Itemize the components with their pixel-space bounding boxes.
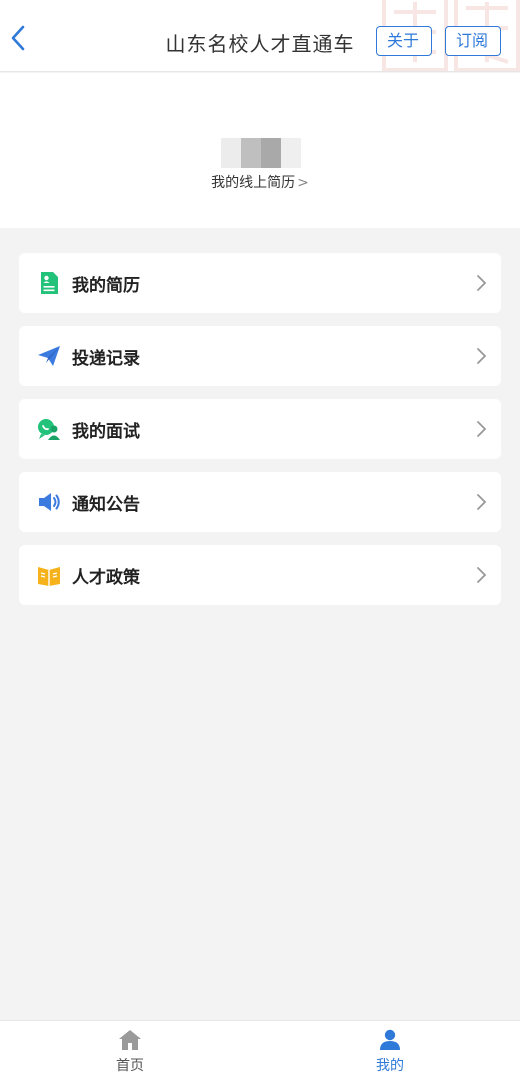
menu-item-label: 我的简历 — [72, 276, 140, 296]
menu-item-label: 通知公告 — [72, 495, 140, 515]
chevron-right-icon — [477, 275, 487, 291]
menu-item-label: 投递记录 — [72, 349, 140, 369]
menu-item-label: 人才政策 — [72, 568, 140, 588]
subscribe-button[interactable]: 订阅 — [445, 26, 501, 56]
menu-item-my-interviews[interactable]: 我的面试 — [19, 399, 501, 459]
menu-item-delivery-records[interactable]: 投递记录 — [19, 326, 501, 386]
tab-home[interactable]: 首页 — [70, 1029, 190, 1077]
paper-plane-icon — [38, 346, 60, 366]
resume-icon — [41, 272, 58, 294]
chevron-right-icon — [477, 567, 487, 583]
tab-me-label: 我的 — [376, 1058, 404, 1074]
online-resume-link[interactable]: 我的线上简历 > — [0, 172, 520, 192]
interview-chat-icon — [38, 419, 60, 440]
home-icon — [119, 1030, 141, 1050]
app-root: 山东名校人才直通车 关于 订阅 我的线上简历 > 我的简历 投递记录 我的面试 … — [0, 0, 520, 1082]
menu-item-talent-policy[interactable]: 人才政策 — [19, 545, 501, 605]
about-button[interactable]: 关于 — [376, 26, 432, 56]
chevron-right-icon — [477, 494, 487, 510]
speaker-icon — [39, 493, 60, 511]
policy-book-icon — [38, 567, 60, 586]
profile-section: 我的线上简历 > — [0, 73, 520, 228]
tab-home-label: 首页 — [116, 1058, 144, 1074]
chevron-right-icon — [477, 421, 487, 437]
bottom-tab-bar: 首页 我的 — [0, 1020, 520, 1082]
menu-item-notices[interactable]: 通知公告 — [19, 472, 501, 532]
menu-item-my-resume[interactable]: 我的简历 — [19, 253, 501, 313]
menu-item-label: 我的面试 — [72, 422, 140, 442]
chevron-left-icon — [11, 25, 25, 51]
chevron-right-icon — [477, 348, 487, 364]
chevron-right-icon: > — [297, 175, 309, 191]
user-icon — [380, 1029, 400, 1050]
blurred-avatar — [221, 138, 301, 168]
header-bar: 山东名校人才直通车 关于 订阅 — [0, 0, 520, 72]
tab-me[interactable]: 我的 — [330, 1029, 450, 1077]
back-button[interactable] — [4, 24, 32, 52]
online-resume-label: 我的线上简历 — [211, 175, 296, 191]
page-title: 山东名校人才直通车 — [165, 32, 355, 56]
